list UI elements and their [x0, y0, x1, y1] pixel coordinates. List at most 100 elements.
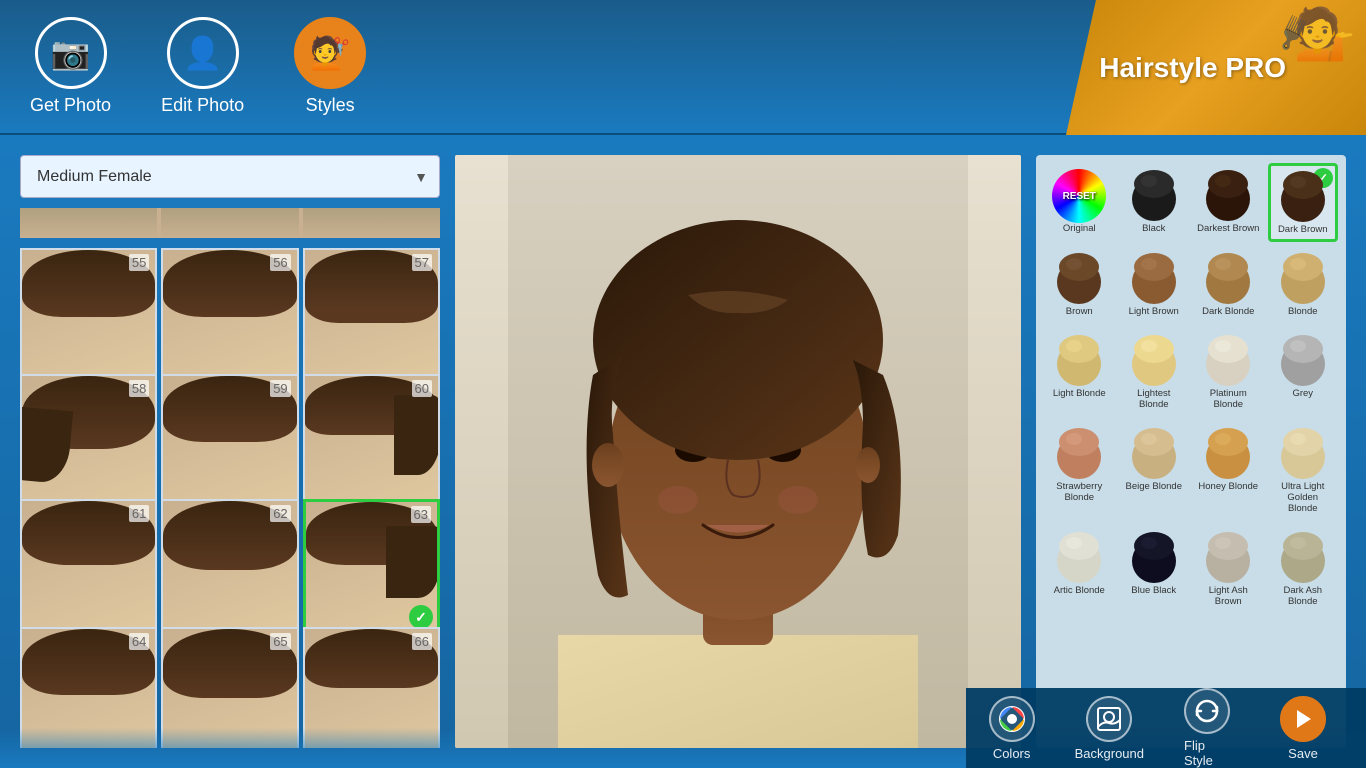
color-name-beige-blonde: Beige Blonde	[1125, 481, 1182, 492]
color-name-light-brown: Light Brown	[1129, 306, 1179, 317]
bottom-toolbar: Colors Background Flip Style Save	[966, 688, 1366, 768]
color-palette-panel: RESET Original Black Darkest Brown	[1036, 155, 1346, 748]
nav-edit-photo[interactable]: 👤 Edit Photo	[161, 17, 244, 116]
honey-blonde-swatch	[1201, 427, 1255, 481]
style-category-dropdown[interactable]: Medium Female Short Female Long Female S…	[20, 155, 440, 198]
style-number-63: 63	[411, 506, 431, 523]
dark-blonde-swatch	[1201, 252, 1255, 306]
style-item-57[interactable]: 57	[303, 248, 440, 385]
brown-swatch	[1052, 252, 1106, 306]
style-number-66: 66	[412, 633, 432, 650]
color-name-artic-blonde: Artic Blonde	[1054, 585, 1105, 596]
color-name-honey-blonde: Honey Blonde	[1198, 481, 1258, 492]
blue-black-swatch	[1127, 531, 1181, 585]
style-item-62[interactable]: 62	[161, 499, 298, 636]
styles-grid: 55 56 57 58	[20, 248, 440, 748]
color-item-dark-blonde[interactable]: Dark Blonde	[1193, 246, 1264, 323]
style-item-58[interactable]: 58	[20, 374, 157, 511]
style-number-62: 62	[270, 505, 290, 522]
style-number-55: 55	[129, 254, 149, 271]
nav-edit-photo-label: Edit Photo	[161, 95, 244, 116]
color-name-blonde: Blonde	[1288, 306, 1318, 317]
color-grid: RESET Original Black Darkest Brown	[1044, 163, 1338, 614]
color-name-light-blonde: Light Blonde	[1053, 388, 1106, 399]
style-item-60[interactable]: 60	[303, 374, 440, 511]
style-number-58: 58	[129, 380, 149, 397]
dark-brown-swatch	[1276, 170, 1330, 224]
nav-styles-label: Styles	[306, 95, 355, 116]
color-item-blonde[interactable]: Blonde	[1268, 246, 1339, 323]
color-name-dark-blonde: Dark Blonde	[1202, 306, 1254, 317]
logo-area: Hairstyle PRO 💁 🪮	[1066, 0, 1366, 135]
color-item-lightest-blonde[interactable]: Lightest Blonde	[1119, 328, 1190, 417]
nav-get-photo[interactable]: 📷 Get Photo	[30, 17, 111, 116]
color-item-darkest-brown[interactable]: Darkest Brown	[1193, 163, 1264, 242]
nav-styles[interactable]: 💇 Styles	[294, 17, 366, 116]
toolbar-save[interactable]: Save	[1260, 688, 1346, 768]
color-item-ultra-light[interactable]: Ultra Light Golden Blonde	[1268, 421, 1339, 521]
color-item-dark-ash-blonde[interactable]: Dark Ash Blonde	[1268, 525, 1339, 614]
darkest-brown-swatch	[1201, 169, 1255, 223]
style-number-57: 57	[412, 254, 432, 271]
main-content: Medium Female Short Female Long Female S…	[0, 135, 1366, 768]
color-item-black[interactable]: Black	[1119, 163, 1190, 242]
color-item-dark-brown[interactable]: ✓ Dark Brown	[1268, 163, 1339, 242]
toolbar-save-label: Save	[1288, 746, 1318, 761]
color-name-darkest-brown: Darkest Brown	[1197, 223, 1259, 234]
light-blonde-swatch	[1052, 334, 1106, 388]
color-item-artic-blonde[interactable]: Artic Blonde	[1044, 525, 1115, 614]
color-name-black: Black	[1142, 223, 1165, 234]
color-name-dark-brown: Dark Brown	[1278, 224, 1328, 235]
light-ash-swatch	[1201, 531, 1255, 585]
color-name-ultra-light: Ultra Light Golden Blonde	[1272, 481, 1335, 515]
preview-panel	[455, 155, 1021, 748]
color-name-reset: Original	[1063, 223, 1096, 234]
colors-icon	[989, 696, 1035, 742]
beige-blonde-swatch	[1127, 427, 1181, 481]
lightest-blonde-swatch	[1127, 334, 1181, 388]
toolbar-colors-label: Colors	[993, 746, 1031, 761]
color-item-light-blonde[interactable]: Light Blonde	[1044, 328, 1115, 417]
style-number-61: 61	[129, 505, 149, 522]
color-item-honey-blonde[interactable]: Honey Blonde	[1193, 421, 1264, 521]
style-item-55[interactable]: 55	[20, 248, 157, 385]
toolbar-flip-label: Flip Style	[1184, 738, 1230, 768]
color-name-grey: Grey	[1292, 388, 1313, 399]
color-name-light-ash: Light Ash Brown	[1197, 585, 1260, 608]
artic-blonde-swatch	[1052, 531, 1106, 585]
light-brown-swatch	[1127, 252, 1181, 306]
style-number-60: 60	[412, 380, 432, 397]
dark-ash-blonde-swatch	[1276, 531, 1330, 585]
reset-swatch: RESET	[1052, 169, 1106, 223]
style-item-59[interactable]: 59	[161, 374, 298, 511]
color-item-blue-black[interactable]: Blue Black	[1119, 525, 1190, 614]
color-item-brown[interactable]: Brown	[1044, 246, 1115, 323]
style-number-59: 59	[270, 380, 290, 397]
color-name-brown: Brown	[1066, 306, 1093, 317]
style-item-61[interactable]: 61	[20, 499, 157, 636]
flip-icon	[1184, 688, 1230, 734]
color-item-light-ash[interactable]: Light Ash Brown	[1193, 525, 1264, 614]
preview-photo	[455, 155, 1021, 748]
color-item-reset[interactable]: RESET Original	[1044, 163, 1115, 242]
color-item-strawberry[interactable]: Strawberry Blonde	[1044, 421, 1115, 521]
color-item-grey[interactable]: Grey	[1268, 328, 1339, 417]
color-item-beige-blonde[interactable]: Beige Blonde	[1119, 421, 1190, 521]
save-icon	[1280, 696, 1326, 742]
color-item-platinum[interactable]: Platinum Blonde	[1193, 328, 1264, 417]
style-number-64: 64	[129, 633, 149, 650]
strawberry-swatch	[1052, 427, 1106, 481]
toolbar-background-label: Background	[1075, 746, 1144, 761]
background-icon	[1086, 696, 1132, 742]
style-number-65: 65	[270, 633, 290, 650]
person-illustration	[508, 155, 968, 748]
header: 📷 Get Photo 👤 Edit Photo 💇 Styles Hairst…	[0, 0, 1366, 135]
color-name-strawberry: Strawberry Blonde	[1048, 481, 1111, 504]
toolbar-colors[interactable]: Colors	[969, 688, 1055, 768]
toolbar-background[interactable]: Background	[1055, 688, 1164, 768]
style-item-63[interactable]: 63 ✓	[303, 499, 440, 636]
color-name-blue-black: Blue Black	[1131, 585, 1176, 596]
toolbar-flip-style[interactable]: Flip Style	[1164, 680, 1250, 768]
style-item-56[interactable]: 56	[161, 248, 298, 385]
color-item-light-brown[interactable]: Light Brown	[1119, 246, 1190, 323]
